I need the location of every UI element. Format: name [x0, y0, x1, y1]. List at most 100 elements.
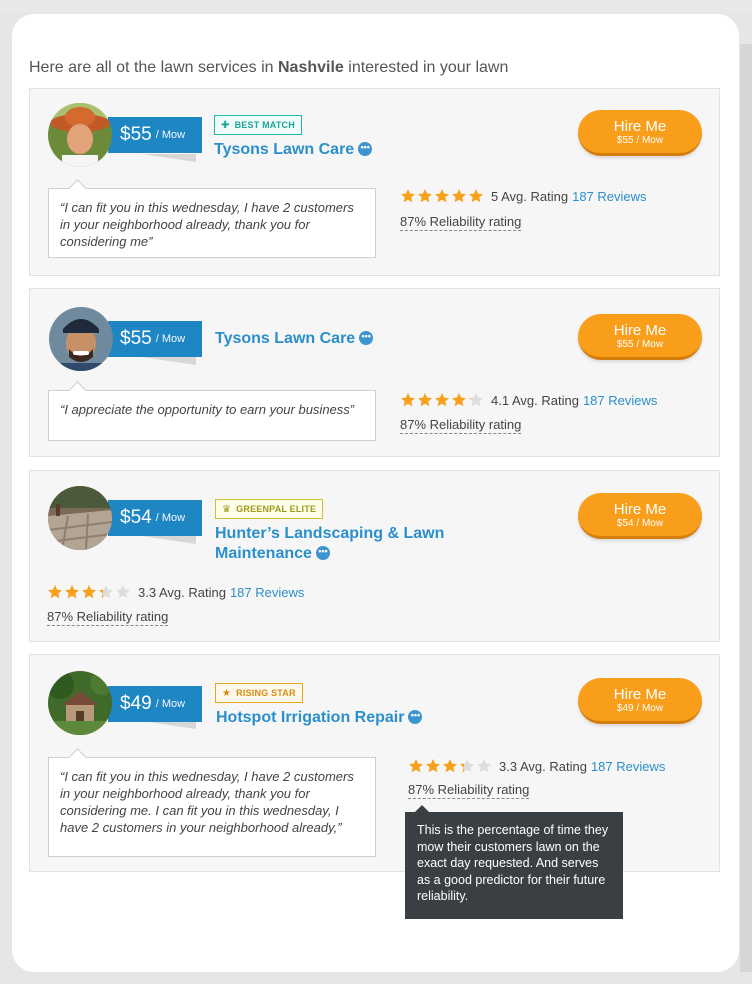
price-unit: / Mow — [155, 129, 186, 141]
reliability-rating[interactable]: 87% Reliability rating — [408, 782, 530, 799]
star-rating — [400, 392, 485, 408]
rating-star-icon — [435, 189, 449, 203]
star-rating — [400, 188, 485, 204]
provider-quote: “I appreciate the opportunity to earn yo… — [48, 390, 376, 441]
rating-star-icon — [469, 393, 483, 407]
rating-row: 3.3 Avg. Rating 187 Reviews — [408, 758, 665, 774]
hire-label: Hire Me — [613, 322, 667, 339]
reviews-link[interactable]: 187 Reviews — [230, 585, 304, 600]
rating-star-icon — [469, 189, 483, 203]
badge-label: RISING STAR — [236, 688, 296, 698]
provider-quote: “I can fit you in this wednesday, I have… — [48, 757, 376, 857]
rating-star-icon — [443, 759, 457, 773]
frame-shadow — [740, 44, 752, 972]
avg-rating: 3.3 Avg. Rating — [499, 758, 587, 774]
rating-star-icon — [401, 189, 415, 203]
provider-avatar[interactable] — [48, 103, 112, 167]
badge-best-match: ✚ BEST MATCH — [214, 115, 302, 135]
hire-me-button[interactable]: Hire Me $54 / Mow — [578, 493, 702, 539]
price-unit: / Mow — [155, 333, 186, 345]
avatar-image — [48, 486, 112, 550]
reviews-link[interactable]: 187 Reviews — [591, 759, 665, 774]
rating-star-icon — [418, 189, 432, 203]
hire-price: $55 / Mow — [616, 135, 664, 146]
page-heading: Here are all ot the lawn services in Nas… — [29, 59, 508, 77]
price-unit: / Mow — [155, 698, 186, 710]
provider-avatar[interactable] — [49, 307, 113, 371]
price-tag: $54/ Mow — [108, 500, 202, 536]
provider-avatar[interactable] — [48, 671, 112, 735]
badge-rising-star: ★ RISING STAR — [215, 683, 303, 703]
rating-row: 4.1 Avg. Rating 187 Reviews — [400, 392, 657, 408]
price-amount: $55 — [120, 328, 152, 349]
badge-greenpal-elite: ♛ GREENPAL ELITE — [215, 499, 324, 519]
rating-row: 5 Avg. Rating 187 Reviews — [400, 188, 647, 204]
provider-name[interactable]: Hotspot Irrigation Repair ••• — [216, 708, 423, 728]
hire-me-button[interactable]: Hire Me $55 / Mow — [578, 110, 702, 156]
reviews-link[interactable]: 187 Reviews — [583, 393, 657, 408]
hire-label: Hire Me — [613, 118, 667, 135]
hire-label: Hire Me — [613, 686, 667, 703]
avg-rating: 5 Avg. Rating — [491, 188, 569, 204]
hire-price: $55 / Mow — [616, 339, 664, 350]
rating-star-icon — [477, 759, 491, 773]
rating-star-icon — [426, 759, 440, 773]
provider-avatar[interactable] — [48, 486, 112, 550]
star-icon: ★ — [222, 687, 232, 699]
rating-star-icon — [418, 393, 432, 407]
hire-price: $49 / Mow — [616, 703, 664, 714]
badge-label: GREENPAL ELITE — [236, 504, 317, 514]
price-amount: $54 — [120, 507, 152, 528]
hire-price: $54 / Mow — [616, 518, 664, 529]
price-tag: $49/ Mow — [108, 686, 202, 722]
provider-name-text: Tysons Lawn Care — [214, 141, 355, 158]
star-rating — [408, 758, 493, 774]
provider-name-text: Tysons Lawn Care — [215, 330, 356, 347]
more-options-icon[interactable]: ••• — [315, 545, 330, 560]
price-tag: $55/ Mow — [108, 321, 202, 357]
more-options-icon[interactable]: ••• — [408, 709, 423, 724]
rating-star-icon — [82, 585, 96, 599]
more-options-icon[interactable]: ••• — [358, 141, 373, 156]
reliability-rating[interactable]: 87% Reliability rating — [400, 417, 522, 434]
heading-prefix: Here are all ot the lawn services in — [29, 59, 278, 76]
provider-name[interactable]: Tysons Lawn Care ••• — [215, 329, 374, 349]
star-rating — [47, 584, 132, 600]
rating-star-icon — [116, 585, 130, 599]
provider-name[interactable]: Hunter’s Landscaping & Lawn Maintenance •… — [215, 524, 475, 564]
provider-name-text: Hotspot Irrigation Repair — [216, 709, 405, 726]
provider-name[interactable]: Tysons Lawn Care ••• — [214, 140, 373, 160]
rating-star-icon — [48, 585, 62, 599]
reliability-tooltip: This is the percentage of time they mow … — [405, 805, 623, 919]
hire-me-button[interactable]: Hire Me $49 / Mow — [578, 678, 702, 724]
heading-suffix: interested in your lawn — [343, 59, 509, 76]
price-amount: $55 — [120, 124, 152, 145]
rating-row: 3.3 Avg. Rating 187 Reviews — [47, 584, 304, 600]
rating-star-icon — [409, 759, 423, 773]
avatar-image — [49, 307, 113, 371]
hire-label: Hire Me — [613, 501, 667, 518]
crown-icon: ♛ — [222, 503, 232, 515]
more-options-icon[interactable]: ••• — [359, 330, 374, 345]
rating-star-icon — [460, 759, 474, 773]
rating-star-icon — [99, 585, 113, 599]
avatar-image — [48, 671, 112, 735]
rating-star-icon — [401, 393, 415, 407]
reviews-link[interactable]: 187 Reviews — [572, 189, 646, 204]
badge-label: BEST MATCH — [234, 120, 295, 130]
puzzle-icon: ✚ — [221, 119, 230, 131]
reliability-rating[interactable]: 87% Reliability rating — [47, 609, 169, 626]
heading-city: Nashvile — [278, 59, 344, 76]
rating-star-icon — [65, 585, 79, 599]
avg-rating: 4.1 Avg. Rating — [491, 392, 579, 408]
price-unit: / Mow — [155, 512, 186, 524]
avg-rating: 3.3 Avg. Rating — [138, 584, 226, 600]
rating-star-icon — [435, 393, 449, 407]
price-amount: $49 — [120, 693, 152, 714]
avatar-image — [48, 103, 112, 167]
rating-star-icon — [452, 393, 466, 407]
provider-name-text: Hunter’s Landscaping & Lawn Maintenance — [215, 525, 445, 562]
rating-star-icon — [452, 189, 466, 203]
hire-me-button[interactable]: Hire Me $55 / Mow — [578, 314, 702, 360]
reliability-rating[interactable]: 87% Reliability rating — [400, 214, 522, 231]
